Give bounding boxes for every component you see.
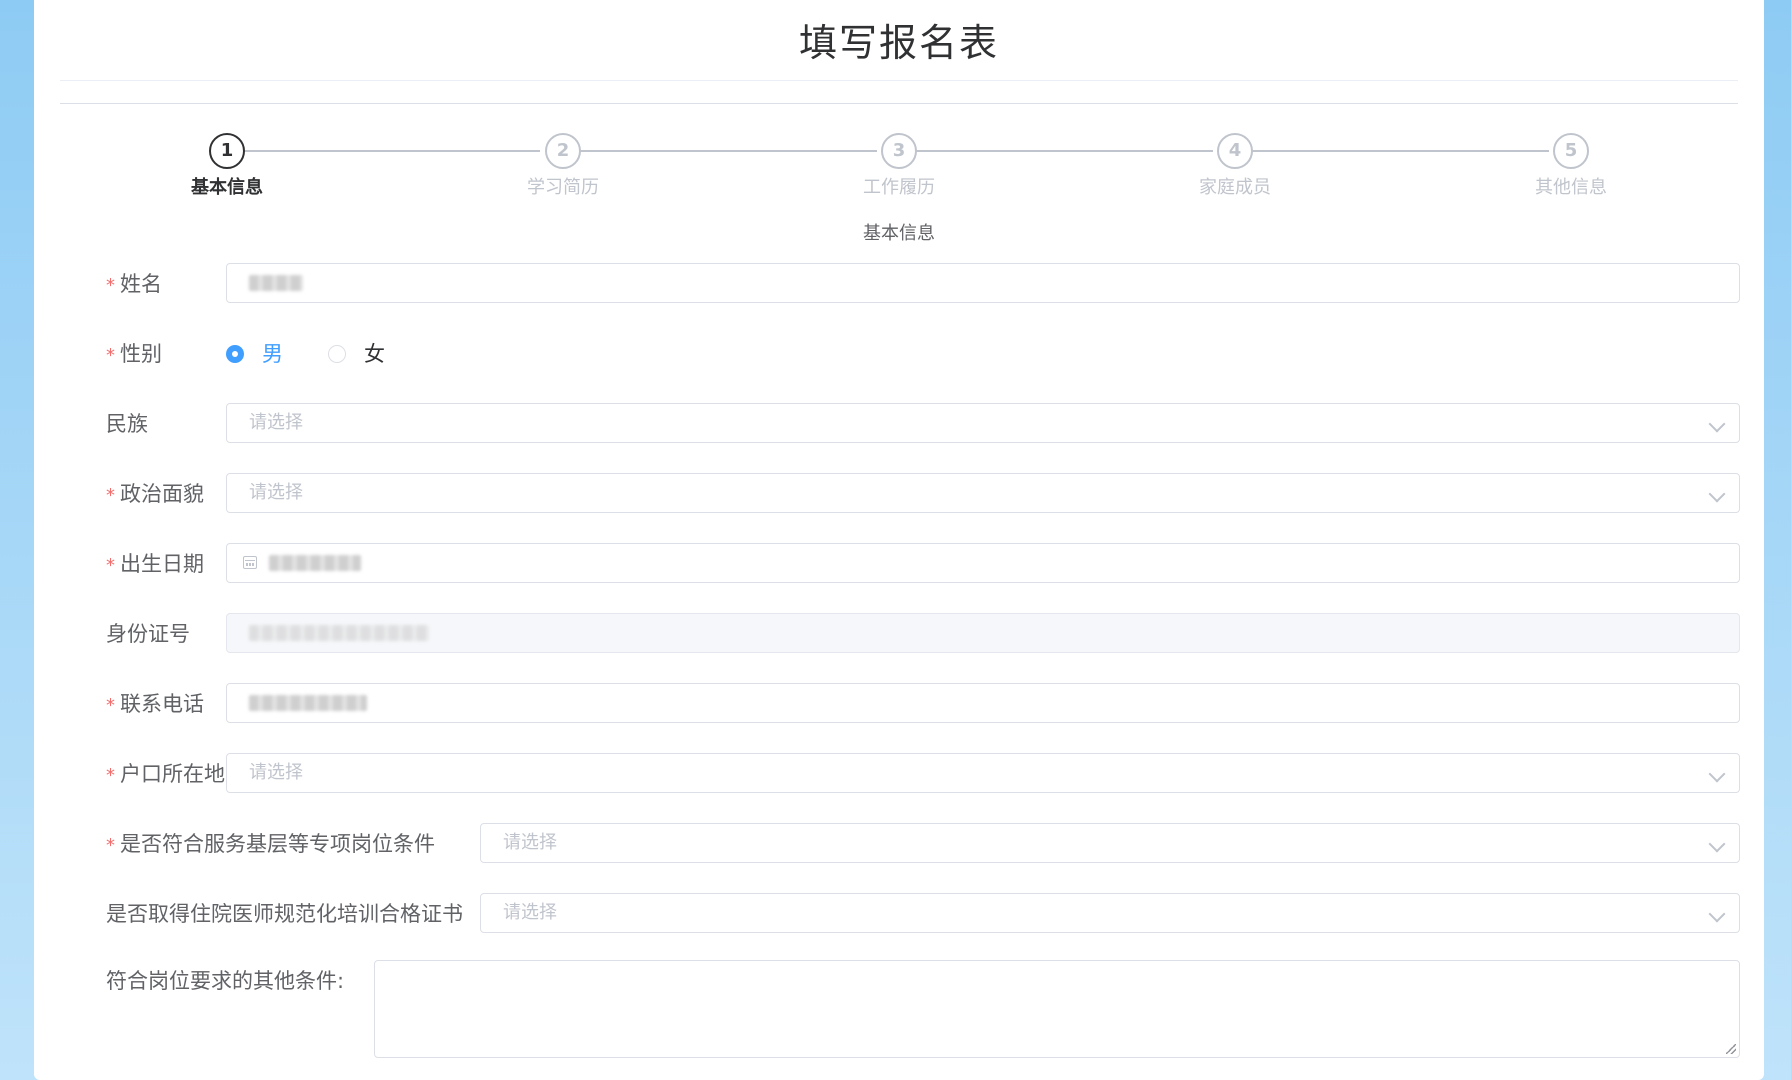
birth-date-label: * 出生日期 [106, 552, 204, 576]
chevron-down-icon [1708, 415, 1726, 433]
residency-cert-select[interactable]: 请选择 [480, 893, 1740, 933]
divider [60, 80, 1738, 81]
steps-bar: 1 基本信息 2 学习简历 3 工作履历 4 家庭成员 5 其他信息 [34, 133, 1764, 203]
name-row: * 姓名 [72, 263, 1740, 305]
required-asterisk: * [106, 765, 115, 786]
id-number-input [226, 613, 1740, 653]
special-post-label: * 是否符合服务基层等专项岗位条件 [106, 832, 435, 856]
step-connector [579, 150, 877, 152]
phone-label: * 联系电话 [106, 692, 204, 716]
political-status-row: * 政治面貌 请选择 [72, 473, 1740, 515]
ethnicity-row: 民族 请选择 [72, 403, 1740, 445]
section-title: 基本信息 [863, 223, 935, 244]
residency-cert-label: 是否取得住院医师规范化培训合格证书 [106, 902, 463, 926]
step-3-circle[interactable]: 3 [881, 133, 917, 169]
ethnicity-select[interactable]: 请选择 [226, 403, 1740, 443]
radio-checked-icon [226, 345, 244, 363]
other-conditions-textarea[interactable] [374, 960, 1740, 1058]
other-conditions-label: 符合岗位要求的其他条件: [106, 969, 345, 993]
special-post-row: * 是否符合服务基层等专项岗位条件 请选择 [72, 823, 1740, 865]
required-asterisk: * [106, 695, 115, 716]
gender-label: * 性别 [106, 342, 162, 366]
step-2-label: 学习简历 [527, 177, 599, 198]
step-5-circle[interactable]: 5 [1553, 133, 1589, 169]
phone-row: * 联系电话 [72, 683, 1740, 725]
special-post-select[interactable]: 请选择 [480, 823, 1740, 863]
redacted-value [249, 625, 429, 641]
id-number-label: 身份证号 [106, 622, 190, 646]
id-number-row: 身份证号 [72, 613, 1740, 655]
ethnicity-label: 民族 [106, 412, 148, 436]
redacted-value [249, 695, 367, 711]
step-2-circle[interactable]: 2 [545, 133, 581, 169]
form-card: 填写报名表 1 基本信息 2 学习简历 3 工作履历 4 家庭成员 5 其他信息… [34, 0, 1764, 1080]
name-input[interactable] [226, 263, 1740, 303]
required-asterisk: * [106, 345, 115, 366]
gender-radio-male[interactable]: 男 [226, 333, 306, 375]
step-connector [244, 150, 540, 152]
step-4-label: 家庭成员 [1199, 177, 1271, 198]
divider [60, 103, 1738, 104]
birth-date-row: * 出生日期 [72, 543, 1740, 585]
political-status-select[interactable]: 请选择 [226, 473, 1740, 513]
resize-handle-icon[interactable] [1726, 1044, 1736, 1054]
chevron-down-icon [1708, 485, 1726, 503]
name-label: * 姓名 [106, 272, 162, 296]
gender-radio-female[interactable]: 女 [328, 333, 408, 375]
redacted-value [269, 555, 361, 571]
required-asterisk: * [106, 275, 115, 296]
chevron-down-icon [1708, 835, 1726, 853]
required-asterisk: * [106, 555, 115, 576]
required-asterisk: * [106, 485, 115, 506]
step-connector [916, 150, 1213, 152]
household-label: * 户口所在地 [106, 762, 225, 786]
political-status-label: * 政治面貌 [106, 482, 204, 506]
calendar-icon [243, 556, 257, 569]
radio-unchecked-icon [328, 345, 346, 363]
phone-input[interactable] [226, 683, 1740, 723]
residency-cert-row: 是否取得住院医师规范化培训合格证书 请选择 [72, 893, 1740, 935]
chevron-down-icon [1708, 765, 1726, 783]
other-conditions-row: 符合岗位要求的其他条件: [72, 960, 1740, 1058]
chevron-down-icon [1708, 905, 1726, 923]
birth-date-picker[interactable] [226, 543, 1740, 583]
step-1-label: 基本信息 [191, 177, 263, 198]
step-1-circle[interactable]: 1 [209, 133, 245, 169]
page-title: 填写报名表 [798, 21, 999, 65]
redacted-value [249, 275, 303, 291]
household-select[interactable]: 请选择 [226, 753, 1740, 793]
step-5-label: 其他信息 [1535, 177, 1607, 198]
step-connector [1252, 150, 1549, 152]
gender-row: * 性别 男 女 [72, 333, 1740, 375]
step-3-label: 工作履历 [863, 177, 935, 198]
required-asterisk: * [106, 835, 115, 856]
household-row: * 户口所在地 请选择 [72, 753, 1740, 795]
step-4-circle[interactable]: 4 [1217, 133, 1253, 169]
